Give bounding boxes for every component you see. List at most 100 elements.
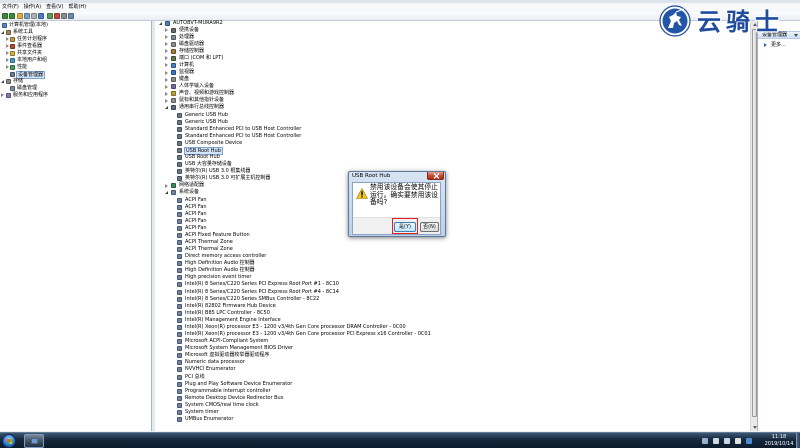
device-tree-item[interactable]: Intel(R) 82802 Firmware Hub Device [155,303,750,310]
scroll-down-arrow-icon[interactable] [752,426,757,429]
device-tree-item[interactable]: 键盘 [155,76,750,83]
device-tree-item[interactable]: High Definition Audio 控制器 [155,267,750,274]
device-tree-item[interactable]: PCI 总线 [155,374,750,381]
collapsed-arrow-icon[interactable] [165,63,168,68]
start-button[interactable] [2,434,16,448]
collapsed-arrow-icon[interactable] [165,98,168,103]
disable-device-icon[interactable] [61,13,67,19]
collapsed-arrow-icon[interactable] [6,37,9,41]
vertical-scrollbar[interactable] [750,21,757,431]
device-tree-item[interactable]: ACPI Fan [155,204,750,211]
taskbar-clock[interactable]: 11:18 2019/10/14 [763,434,795,447]
device-tree-item[interactable]: Plug and Play Software Device Enumerator [155,381,750,388]
collapsed-arrow-icon[interactable] [165,42,168,47]
device-tree-item[interactable]: Generic USB Hub [155,119,750,126]
device-tree-item[interactable]: NVVHCI Enumerator [155,366,750,373]
device-tree-item[interactable]: Intel(R) B85 LPC Controller - 8C50 [155,310,750,317]
device-tree-item[interactable]: ACPI Fan [155,225,750,232]
action-center-icon[interactable] [713,438,719,444]
device-tree-item[interactable]: Intel(R) Xeon(R) processor E3 - 1200 v3/… [155,324,750,331]
device-tree-item[interactable]: System timer [155,409,750,416]
device-tree-item[interactable]: Intel(R) Management Engine Interface [155,317,750,324]
console-tree-item[interactable]: 性能 [0,64,152,71]
device-tree-item[interactable]: 磁盘驱动器 [155,41,750,48]
console-tree-item[interactable]: 系统工具 [0,29,152,36]
device-tree-item[interactable]: 端口 (COM 和 LPT) [155,55,750,62]
device-tree-item[interactable]: Generic USB Hub [155,112,750,119]
device-tree-item[interactable]: USB Root Hub [155,147,750,156]
menu-file[interactable]: 文件(F) [0,3,21,12]
console-tree-item[interactable]: 共享文件夹 [0,50,152,57]
device-tree-item[interactable]: ACPI Fixed Feature Button [155,232,750,239]
collapse-section-icon[interactable] [794,34,798,37]
device-tree-item[interactable]: ACPI Fan [155,211,750,218]
collapsed-arrow-icon[interactable] [165,183,168,188]
menu-help[interactable]: 帮助(H) [66,3,88,12]
device-tree-item[interactable]: UMBus Enumerator [155,416,750,423]
device-tree-item[interactable]: ACPI Fan [155,197,750,204]
collapsed-arrow-icon[interactable] [165,70,168,75]
volume-icon[interactable] [735,438,741,444]
device-tree-item[interactable]: ACPI Thermal Zone [155,246,750,253]
device-tree-item[interactable]: 计算机 [155,62,750,69]
collapsed-arrow-icon[interactable] [1,93,4,97]
device-tree-item[interactable]: System CMOS/real time clock [155,402,750,409]
dialog-close-button[interactable] [427,172,444,180]
uninstall-device-icon[interactable] [54,13,60,19]
scan-hardware-changes-icon[interactable] [68,13,74,19]
device-tree-item[interactable]: Intel(R) 8 Series/C220 Series PCI Expres… [155,281,750,288]
device-tree-item[interactable]: 鼠标和其他指针设备 [155,97,750,104]
collapsed-arrow-icon[interactable] [6,65,9,69]
update-driver-icon[interactable] [47,13,53,19]
device-tree-item[interactable]: Remote Desktop Device Redirector Bus [155,395,750,402]
collapsed-arrow-icon[interactable] [165,28,168,33]
console-tree-item[interactable]: 事件查看器 [0,43,152,50]
up-level-icon[interactable] [17,13,23,19]
collapsed-arrow-icon[interactable] [165,35,168,40]
expanded-arrow-icon[interactable] [165,191,168,195]
expanded-arrow-icon[interactable] [165,106,168,110]
device-tree-item[interactable]: ACPI Fan [155,218,750,225]
collapsed-arrow-icon[interactable] [165,56,168,61]
device-tree-item[interactable]: USB Composite Device [155,140,750,147]
console-tree-item[interactable]: 设备管理器 [0,70,152,79]
collapsed-arrow-icon[interactable] [165,91,168,96]
device-tree-item[interactable]: USB Root Hub [155,154,750,161]
console-tree-item[interactable]: 磁盘管理 [0,85,152,92]
device-tree-item[interactable]: ACPI Thermal Zone [155,239,750,246]
device-tree-item[interactable]: 监视器 [155,69,750,76]
device-tree-item[interactable]: Numeric data processor [155,359,750,366]
device-tree-item[interactable]: Programmable interrupt controller [155,388,750,395]
device-tree-item[interactable]: Microsoft ACPI-Compliant System [155,338,750,345]
console-tree-item[interactable]: 任务计划程序 [0,36,152,43]
help-icon[interactable] [38,13,44,19]
device-tree-item[interactable]: Standard Enhanced PCI to USB Host Contro… [155,126,750,133]
forward-icon[interactable] [9,13,15,19]
device-tree-item[interactable]: 系统设备 [155,189,750,196]
collapsed-arrow-icon[interactable] [165,77,168,82]
expanded-arrow-icon[interactable] [159,21,162,25]
device-tree-item[interactable]: Intel(R) Xeon(R) processor E3 - 1200 v3/… [155,331,750,338]
device-tree-item[interactable]: High precision event timer [155,274,750,281]
menu-view[interactable]: 查看(V) [44,3,65,12]
computer-management-taskbar-button[interactable] [24,434,44,448]
device-tree-item[interactable]: 存储控制器 [155,48,750,55]
show-hide-console-tree-icon[interactable] [24,13,30,19]
more-actions-item[interactable]: 更多... [758,41,800,49]
collapsed-arrow-icon[interactable] [6,58,9,62]
network-icon[interactable] [724,438,730,444]
no-button[interactable]: 否(N) [420,222,439,232]
console-tree-item[interactable]: 计算机管理(本地) [0,22,152,29]
console-tree-item[interactable]: 本地用户和组 [0,57,152,64]
back-icon[interactable] [2,13,8,19]
collapsed-arrow-icon[interactable] [165,84,168,89]
device-tree-item[interactable]: Intel(R) 8 Series/C220 Series SMBus Cont… [155,296,750,303]
device-tree-item[interactable]: 英特尔(R) USB 3.0 可扩展主机控制器 [155,175,750,182]
device-tree-item[interactable]: 声音、视频和游戏控制器 [155,90,750,97]
collapsed-arrow-icon[interactable] [6,44,9,48]
device-tree-item[interactable]: 人体学输入设备 [155,83,750,90]
show-desktop-button[interactable] [796,433,800,448]
input-method-icon[interactable] [746,438,752,444]
menu-action[interactable]: 操作(A) [22,3,43,12]
show-hidden-icons-icon[interactable] [702,438,708,444]
